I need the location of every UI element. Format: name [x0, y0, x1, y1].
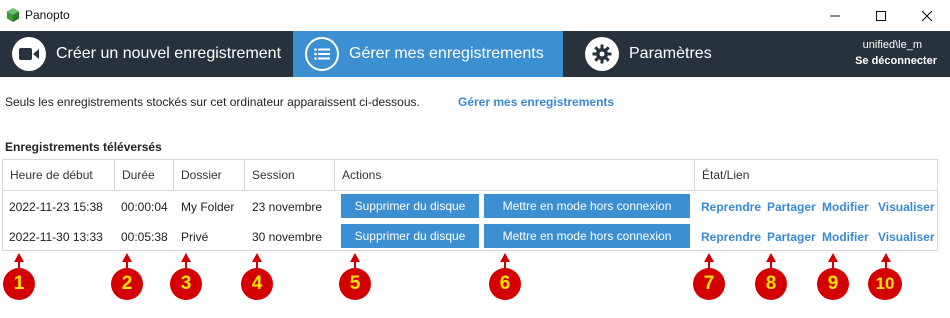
manage-recordings-link[interactable]: Gérer mes enregistrements: [458, 95, 614, 109]
row-session: 30 novembre: [252, 230, 323, 244]
row-folder: My Folder: [181, 200, 235, 214]
tab-create-label: Créer un nouvel enregistrement: [56, 45, 282, 62]
minimize-button[interactable]: [812, 0, 858, 31]
row-folder: Privé: [181, 230, 209, 244]
marker-6: 6: [489, 268, 521, 300]
info-text: Seuls les enregistrements stockés sur ce…: [5, 95, 420, 109]
tab-settings-label: Paramètres: [629, 45, 712, 62]
row-start-time: 2022-11-30 13:33: [9, 230, 103, 244]
resume-link[interactable]: Reprendre: [701, 196, 761, 218]
table-header: Heure de début Durée Dossier Session Act…: [3, 160, 937, 191]
marker-9: 9: [817, 268, 849, 300]
tab-settings[interactable]: Paramètres: [563, 31, 813, 77]
marker-2: 2: [111, 268, 143, 300]
view-link[interactable]: Visualiser: [878, 226, 934, 248]
header-status: État/Lien: [702, 168, 750, 182]
tab-manage-recordings[interactable]: Gérer mes enregistrements: [293, 31, 563, 77]
maximize-button[interactable]: [858, 0, 904, 31]
marker-1: 1: [3, 268, 35, 300]
edit-link[interactable]: Modifier: [822, 226, 869, 248]
tab-create-recording[interactable]: Créer un nouvel enregistrement: [0, 31, 293, 77]
row-start-time: 2022-11-23 15:38: [9, 200, 103, 214]
signout-link[interactable]: Se déconnecter: [855, 55, 937, 67]
app-title: Panopto: [25, 8, 70, 22]
row-session: 23 novembre: [252, 200, 323, 214]
minimize-icon: [830, 15, 840, 16]
offline-mode-button[interactable]: Mettre en mode hors connexion: [484, 224, 690, 248]
marker-8: 8: [755, 268, 787, 300]
header-session: Session: [245, 160, 335, 190]
marker-5: 5: [339, 268, 371, 300]
share-link[interactable]: Partager: [767, 196, 816, 218]
header-folder: Dossier: [174, 160, 245, 190]
resume-link[interactable]: Reprendre: [701, 226, 761, 248]
recordings-table: Heure de début Durée Dossier Session Act…: [2, 159, 938, 251]
header-start: Heure de début: [3, 160, 115, 190]
share-link[interactable]: Partager: [767, 226, 816, 248]
close-icon: [922, 10, 932, 21]
row-duration: 00:05:38: [121, 230, 168, 244]
maximize-icon: [876, 10, 886, 21]
delete-from-disk-button[interactable]: Supprimer du disque: [341, 224, 479, 248]
list-icon: [305, 37, 339, 71]
marker-4: 4: [241, 268, 273, 300]
camera-icon: [12, 37, 46, 71]
gear-icon: [585, 37, 619, 71]
view-link[interactable]: Visualiser: [878, 196, 934, 218]
panopto-logo-icon: [7, 8, 19, 22]
title-bar: Panopto: [0, 0, 950, 31]
edit-link[interactable]: Modifier: [822, 196, 869, 218]
marker-10: 10: [868, 268, 902, 300]
close-button[interactable]: [904, 0, 950, 31]
row-duration: 00:00:04: [121, 200, 168, 214]
tab-manage-label: Gérer mes enregistrements: [349, 45, 544, 62]
header-duration: Durée: [115, 160, 174, 190]
user-name: unified\le_m: [862, 39, 922, 51]
nav-bar: Créer un nouvel enregistrement Gérer mes…: [0, 31, 950, 77]
marker-3: 3: [170, 268, 202, 300]
offline-mode-button[interactable]: Mettre en mode hors connexion: [484, 194, 690, 218]
section-title: Enregistrements téléversés: [5, 140, 162, 154]
header-actions: Actions: [335, 160, 695, 190]
delete-from-disk-button[interactable]: Supprimer du disque: [341, 194, 479, 218]
marker-7: 7: [693, 268, 725, 300]
